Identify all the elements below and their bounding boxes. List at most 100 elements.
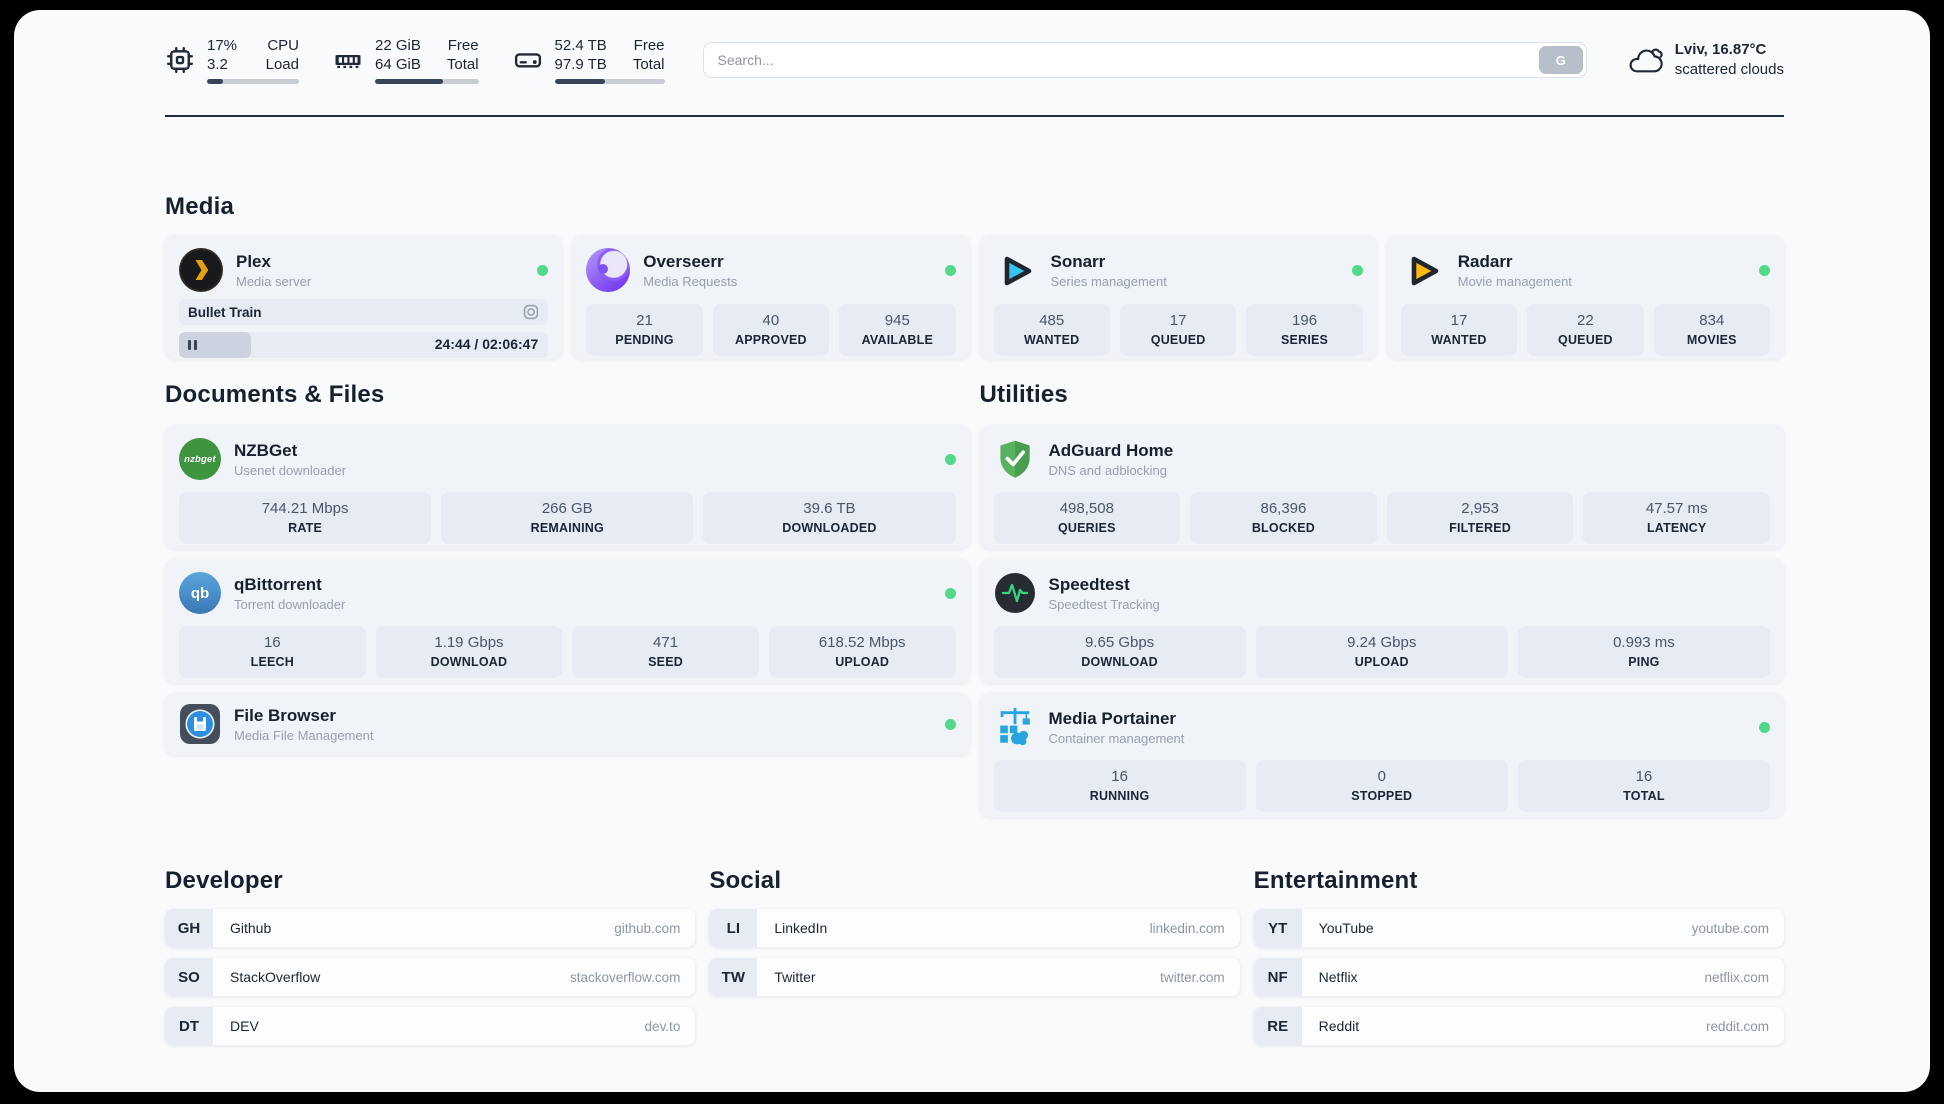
memory-free-label: Free [447,37,479,54]
service-card-nzbget[interactable]: nzbget NZBGet Usenet downloader 744.21 M… [165,425,970,549]
bookmark-group-developer: Developer GH Github github.com SO StackO… [165,867,696,1056]
cpu-icon [165,45,195,75]
disk-widget: 52.4 TB Free 97.9 TB Total [513,36,665,84]
bookmark-url: linkedin.com [1149,920,1225,936]
plex-icon [179,248,223,292]
service-name: NZBGet [234,440,298,460]
bookmark-abbr: RE [1253,1007,1302,1045]
bookmark-stackoverflow[interactable]: SO StackOverflow stackoverflow.com [165,958,696,996]
stat-approved: 40 APPROVED [712,304,830,356]
stat-running: 16 RUNNING [993,760,1246,812]
view-session-icon[interactable] [523,304,539,320]
service-subtitle: Media server [236,273,312,289]
bookmark-url: netflix.com [1704,969,1769,985]
nzbget-icon: nzbget [179,438,221,480]
service-card-filebrowser[interactable]: File Browser Media File Management [165,693,970,755]
bookmark-group-social: Social LI LinkedIn linkedin.com TW Twitt… [709,867,1240,1007]
section-title-developer: Developer [165,867,283,894]
pause-icon [188,340,197,350]
bookmark-name: YouTube [1318,920,1374,936]
bookmark-url: youtube.com [1691,920,1769,936]
service-subtitle: Media Requests [643,273,738,289]
service-subtitle: Movie management [1457,273,1572,289]
bookmark-github[interactable]: GH Github github.com [165,909,696,947]
bookmark-reddit[interactable]: RE Reddit reddit.com [1253,1007,1784,1045]
stat-remaining: 266 GB REMAINING [441,492,694,544]
stat-seed: 471 SEED [572,626,759,678]
service-card-speedtest[interactable]: Speedtest Speedtest Tracking 9.65 Gbps DO… [979,559,1784,683]
qbittorrent-icon: qb [179,572,221,614]
memory-total-label: Total [446,56,479,73]
bookmark-name: StackOverflow [230,969,321,985]
service-card-qbittorrent[interactable]: qb qBittorrent Torrent downloader 16 LEEC… [165,559,970,683]
service-subtitle: Container management [1048,730,1185,746]
playback-time: 24:44 / 02:06:47 [434,336,539,352]
weather-widget[interactable]: Lviv, 16.87°C scattered clouds [1627,40,1784,80]
section-title-documents: Documents & Files [165,381,385,408]
stat-ping: 0.993 ms PING [1517,626,1771,678]
service-card-adguard[interactable]: AdGuard Home DNS and adblocking 498,508 Q… [979,425,1784,549]
stat-filtered: 2,953 FILTERED [1386,492,1574,544]
stat-available: 945 AVAILABLE [839,304,956,356]
memory-widget: 22 GiB Free 64 GiB Total [333,36,479,84]
disk-total: 97.9 TB [554,56,607,73]
bookmark-abbr: SO [165,958,213,996]
service-card-overseerr[interactable]: Overseerr Media Requests 21 PENDING 40 APP… [572,235,970,359]
status-dot [1351,264,1363,276]
bookmark-name: LinkedIn [774,920,828,936]
service-subtitle: Series management [1050,273,1167,289]
weather-condition: scattered clouds [1674,61,1784,78]
cpu-load: 3.2 [207,56,228,73]
service-name: Overseerr [643,251,724,271]
service-subtitle: Media File Management [234,727,374,743]
overseerr-icon [586,248,631,292]
bookmark-url: stackoverflow.com [570,969,681,985]
status-dot [944,264,956,276]
utilities-column: Utilities AdGuard Home DNS and adblockin… [979,381,1784,817]
speedtest-icon [994,572,1036,614]
disk-icon [513,45,543,75]
status-dot [944,718,956,730]
bookmark-twitter[interactable]: TW Twitter twitter.com [709,958,1240,996]
memory-total: 64 GiB [375,56,421,73]
bookmark-name: Reddit [1318,1018,1360,1034]
service-card-radarr[interactable]: Radarr Movie management 17 WANTED 22 QUEUE… [1386,235,1784,359]
service-subtitle: DNS and adblocking [1048,462,1168,478]
bookmark-abbr: GH [165,909,213,947]
service-card-sonarr[interactable]: Sonarr Series management 485 WANTED 17 QUE… [979,235,1377,359]
service-card-portainer[interactable]: Media Portainer Container management 16 R… [979,693,1784,817]
bookmark-netflix[interactable]: NF Netflix netflix.com [1253,958,1784,996]
cpu-widget: 17% CPU 3.2 Load [165,36,299,84]
bookmark-abbr: TW [709,958,758,996]
stat-downloaded: 39.6 TB DOWNLOADED [703,492,956,544]
bookmark-abbr: DT [165,1007,213,1045]
stat-upload: 9.24 Gbps UPLOAD [1255,626,1508,678]
bookmark-youtube[interactable]: YT YouTube youtube.com [1253,909,1784,947]
bookmark-url: reddit.com [1705,1018,1769,1034]
service-card-plex[interactable]: Plex Media server Bullet Train 24:44 / 0… [165,235,563,359]
weather-location-temp: Lviv, 16.87°C [1674,41,1767,58]
status-dot [944,453,956,465]
stat-pending: 21 PENDING [586,304,703,356]
cpu-load-label: Load [265,56,299,73]
status-dot [1759,721,1770,733]
disk-total-label: Total [632,56,665,73]
cloud-icon [1627,45,1664,76]
service-name: Media Portainer [1048,708,1177,728]
stat-blocked: 86,396 BLOCKED [1190,492,1377,544]
section-title-entertainment: Entertainment [1253,867,1418,894]
section-title-utilities: Utilities [979,381,1068,408]
service-name: File Browser [234,705,337,725]
resource-widgets: 17% CPU 3.2 Load 22 GiB Free 64 GiB Tota… [165,36,665,84]
service-subtitle: Usenet downloader [234,462,347,478]
memory-icon [333,45,363,75]
search-engine-button[interactable]: G [1538,46,1583,74]
status-dot [537,264,549,276]
bookmark-linkedin[interactable]: LI LinkedIn linkedin.com [709,909,1240,947]
stat-queued: 22 QUEUED [1527,304,1644,356]
memory-free: 22 GiB [375,37,421,54]
now-playing-title: Bullet Train [188,304,262,320]
search-input[interactable] [702,42,1587,78]
bookmark-dev[interactable]: DT DEV dev.to [165,1007,696,1045]
stat-latency: 47.57 ms LATENCY [1583,492,1770,544]
